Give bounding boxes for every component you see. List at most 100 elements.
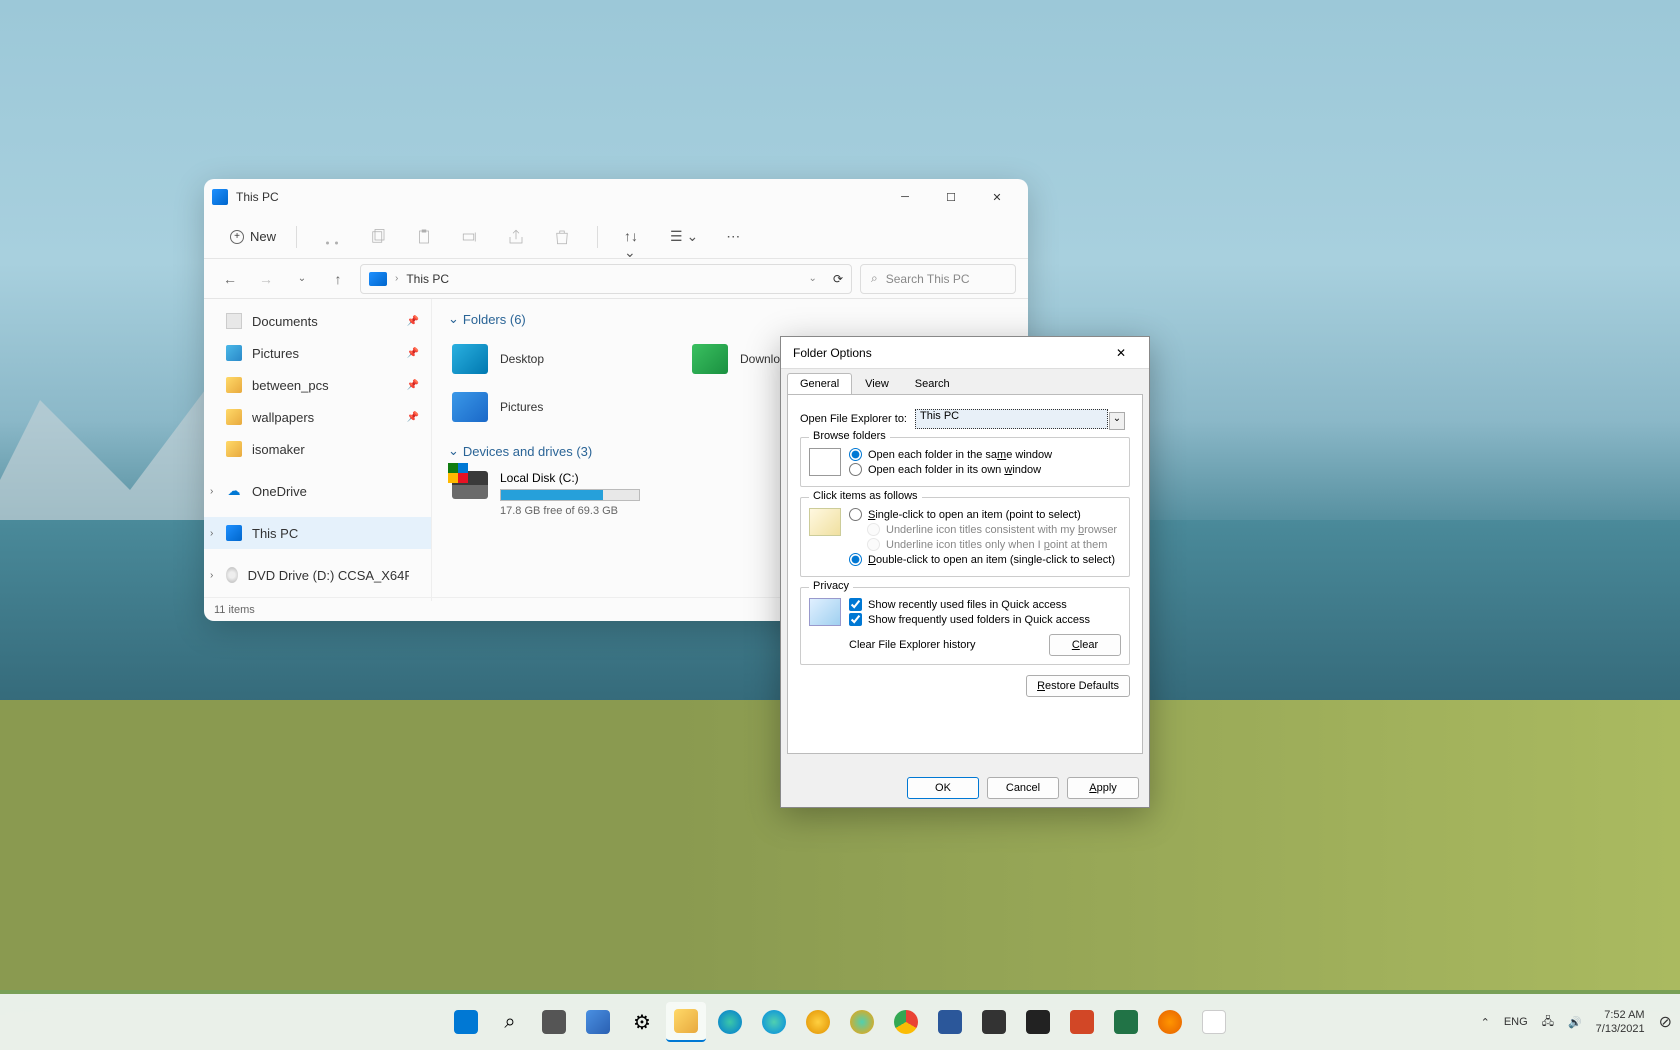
time: 7:52 AM — [1596, 1008, 1645, 1022]
sidebar-item-this-pc[interactable]: ›This PC — [204, 517, 431, 549]
file-explorer-button[interactable] — [666, 1002, 706, 1042]
gear-icon: ⚙ — [633, 1010, 651, 1035]
chrome-button[interactable] — [886, 1002, 926, 1042]
explorer-toolbar: + New ↑↓ ⌄ ☰ ⌄ ⋯ — [204, 215, 1028, 259]
start-button[interactable] — [446, 1002, 486, 1042]
sidebar-item-onedrive[interactable]: ›☁OneDrive — [204, 475, 431, 507]
minimize-button[interactable]: ─ — [882, 179, 928, 215]
edge-button[interactable] — [710, 1002, 750, 1042]
sort-icon[interactable]: ↑↓ ⌄ — [624, 228, 642, 246]
sidebar-item-wallpapers[interactable]: wallpapers📌 — [204, 401, 431, 433]
radio-underline-point: Underline icon titles only when I point … — [867, 538, 1121, 551]
search-icon: ⌕ — [871, 271, 878, 286]
up-button[interactable]: ↑ — [324, 265, 352, 293]
powerpoint-button[interactable] — [1062, 1002, 1102, 1042]
tab-view[interactable]: View — [852, 373, 902, 394]
breadcrumb-dropdown[interactable]: ⌄ — [809, 273, 817, 284]
pc-icon — [369, 272, 387, 286]
word-icon — [938, 1010, 962, 1034]
browse-folder-icon — [809, 448, 841, 476]
check-recent-files[interactable]: Show recently used files in Quick access — [849, 598, 1121, 611]
rename-icon[interactable] — [461, 228, 479, 246]
tab-general[interactable]: General — [787, 373, 852, 394]
taskbar-apps: ⌕ ⚙ — [446, 1002, 1234, 1042]
edge-canary-button[interactable] — [798, 1002, 838, 1042]
window-title: This PC — [236, 190, 882, 204]
widgets-button[interactable] — [578, 1002, 618, 1042]
group-title: Click items as follows — [809, 490, 922, 502]
dialog-footer: OK Cancel Apply — [781, 777, 1149, 799]
folder-icon — [226, 377, 242, 393]
folder-desktop[interactable]: Desktop — [448, 335, 688, 383]
edge-beta-button[interactable] — [842, 1002, 882, 1042]
terminal-button[interactable] — [974, 1002, 1014, 1042]
cut-icon[interactable] — [323, 228, 341, 246]
tray-chevron-icon[interactable]: ⌃ — [1481, 1016, 1490, 1029]
excel-button[interactable] — [1106, 1002, 1146, 1042]
radio-single-click[interactable]: Single-click to open an item (point to s… — [849, 508, 1121, 521]
breadcrumb: This PC — [406, 272, 449, 286]
restore-defaults-button[interactable]: Restore Defaults — [1026, 675, 1130, 697]
pin-icon: 📌 — [407, 316, 419, 327]
pin-icon: 📌 — [407, 380, 419, 391]
privacy-icon — [809, 598, 841, 626]
radio-own-window[interactable]: Open each folder in its own window — [849, 463, 1121, 476]
check-frequent-folders[interactable]: Show frequently used folders in Quick ac… — [849, 613, 1121, 626]
word-button[interactable] — [930, 1002, 970, 1042]
open-to-dropdown[interactable]: This PC — [915, 409, 1108, 429]
sidebar-item-between-pcs[interactable]: between_pcs📌 — [204, 369, 431, 401]
new-button[interactable]: + New — [222, 225, 284, 248]
edge-dev-button[interactable] — [754, 1002, 794, 1042]
clear-history-label: Clear File Explorer history — [849, 639, 976, 651]
recent-dropdown[interactable]: ⌄ — [288, 265, 316, 293]
windows-icon — [454, 1010, 478, 1034]
apply-button[interactable]: Apply — [1067, 777, 1139, 799]
search-box[interactable]: ⌕ Search This PC — [860, 264, 1016, 294]
radio-same-window[interactable]: Open each folder in the same window — [849, 448, 1121, 461]
explorer-titlebar[interactable]: This PC ─ ☐ ✕ — [204, 179, 1028, 215]
firefox-icon — [1158, 1010, 1182, 1034]
forward-button[interactable]: → — [252, 265, 280, 293]
sidebar-item-isomaker[interactable]: isomaker — [204, 433, 431, 465]
delete-icon[interactable] — [553, 228, 571, 246]
more-icon[interactable]: ⋯ — [726, 228, 744, 246]
task-view-icon — [542, 1010, 566, 1034]
dialog-close-button[interactable]: ✕ — [1105, 337, 1137, 369]
address-box[interactable]: › This PC ⌄ ⟳ — [360, 264, 852, 294]
drive-local-disk-c[interactable]: Local Disk (C:) 17.8 GB free of 69.3 GB — [448, 467, 708, 521]
sidebar-item-documents[interactable]: Documents📌 — [204, 305, 431, 337]
dialog-titlebar[interactable]: Folder Options ✕ — [781, 337, 1149, 369]
ok-button[interactable]: OK — [907, 777, 979, 799]
notifications-icon[interactable]: ⊘ — [1659, 1012, 1672, 1032]
volume-icon[interactable]: 🔊 — [1568, 1016, 1582, 1029]
sidebar-item-dvd-drive[interactable]: ›DVD Drive (D:) CCSA_X64FRE_EN-U — [204, 559, 431, 591]
back-button[interactable]: ← — [216, 265, 244, 293]
group-title: Privacy — [809, 580, 853, 592]
folder-icon — [226, 441, 242, 457]
folder-pictures[interactable]: Pictures — [448, 383, 688, 431]
tab-search[interactable]: Search — [902, 373, 963, 394]
folders-header[interactable]: ⌄Folders (6) — [448, 311, 1012, 327]
task-view-button[interactable] — [534, 1002, 574, 1042]
close-button[interactable]: ✕ — [974, 179, 1020, 215]
drive-name: Local Disk (C:) — [500, 471, 704, 485]
view-icon[interactable]: ☰ ⌄ — [670, 228, 698, 246]
photos-button[interactable] — [1194, 1002, 1234, 1042]
copy-icon[interactable] — [369, 228, 387, 246]
refresh-icon[interactable]: ⟳ — [833, 272, 843, 286]
clear-button[interactable]: Clear — [1049, 634, 1121, 656]
sidebar-item-pictures[interactable]: Pictures📌 — [204, 337, 431, 369]
settings-button[interactable]: ⚙ — [622, 1002, 662, 1042]
cancel-button[interactable]: Cancel — [987, 777, 1059, 799]
language-indicator[interactable]: ENG — [1504, 1016, 1528, 1028]
firefox-button[interactable] — [1150, 1002, 1190, 1042]
radio-double-click[interactable]: Double-click to open an item (single-cli… — [849, 553, 1121, 566]
cmd-button[interactable] — [1018, 1002, 1058, 1042]
network-icon[interactable]: 🖧 — [1542, 1013, 1554, 1032]
share-icon[interactable] — [507, 228, 525, 246]
desktop-folder-icon — [452, 344, 488, 374]
paste-icon[interactable] — [415, 228, 433, 246]
maximize-button[interactable]: ☐ — [928, 179, 974, 215]
search-button[interactable]: ⌕ — [490, 1002, 530, 1042]
clock[interactable]: 7:52 AM 7/13/2021 — [1596, 1008, 1645, 1037]
